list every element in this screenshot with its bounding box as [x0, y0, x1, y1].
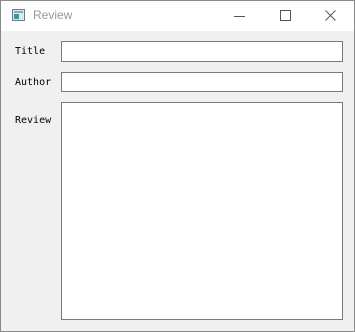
close-icon	[325, 10, 336, 21]
app-icon	[12, 9, 25, 21]
title-input[interactable]	[61, 41, 343, 62]
maximize-button[interactable]	[263, 1, 309, 31]
review-label: Review	[15, 115, 52, 126]
author-label: Author	[15, 77, 52, 88]
author-input[interactable]	[61, 72, 343, 92]
minimize-icon	[234, 16, 245, 17]
review-window: Review Title Author Review	[0, 0, 355, 332]
title-label: Title	[15, 46, 46, 57]
maximize-icon	[280, 10, 291, 21]
title-bar[interactable]: Review	[1, 1, 354, 31]
window-title: Review	[33, 8, 73, 22]
review-textarea[interactable]	[61, 102, 343, 320]
minimize-button[interactable]	[217, 1, 263, 31]
close-button[interactable]	[308, 1, 354, 31]
